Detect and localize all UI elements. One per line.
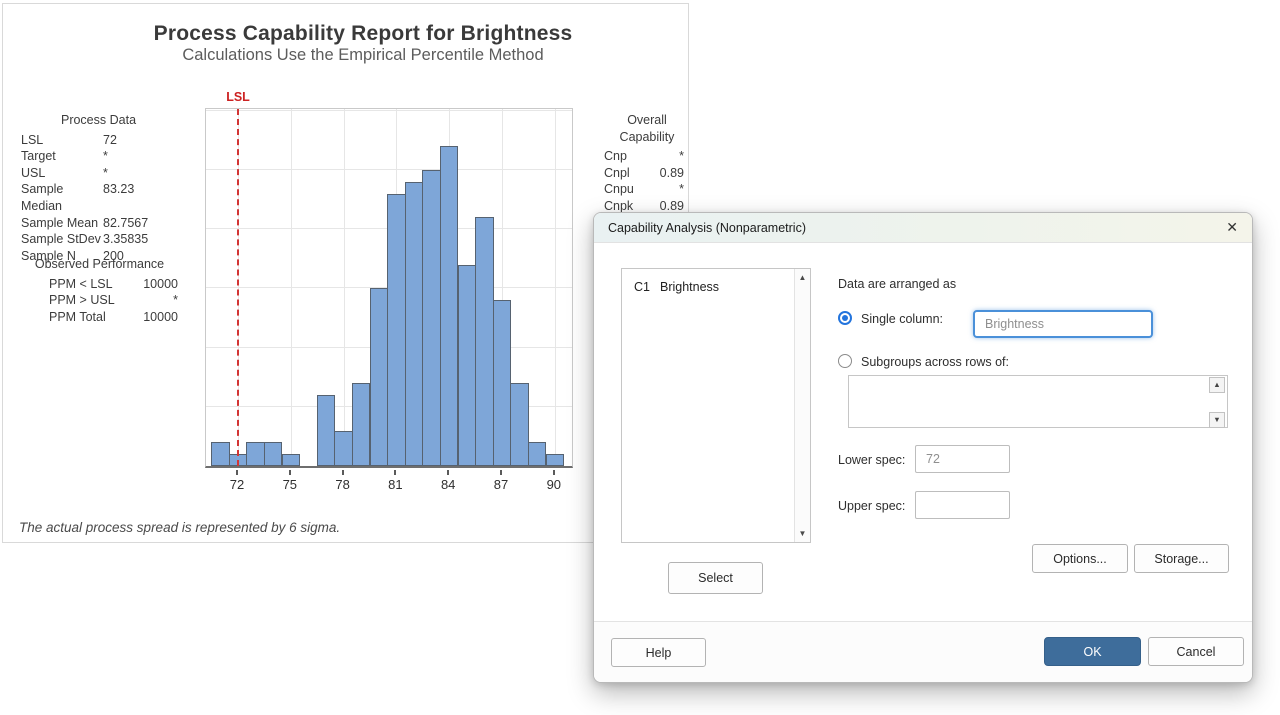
histogram-bar xyxy=(264,442,283,466)
upper-spec-label: Upper spec: xyxy=(838,499,905,513)
upper-spec-input[interactable] xyxy=(915,491,1010,519)
histogram-bar xyxy=(510,383,529,466)
scroll-down-icon[interactable]: ▼ xyxy=(1209,412,1225,428)
ok-button[interactable]: OK xyxy=(1044,637,1141,666)
x-tick-mark xyxy=(500,470,502,475)
histogram-bar xyxy=(317,395,336,466)
subgroups-radio[interactable] xyxy=(838,354,852,368)
report-subtitle: Calculations Use the Empirical Percentil… xyxy=(33,46,693,65)
options-button[interactable]: Options... xyxy=(1032,544,1128,573)
x-tick-mark xyxy=(394,470,396,475)
lsl-label: LSL xyxy=(222,90,254,104)
process-data-header: Process Data xyxy=(21,112,176,129)
table-row: PPM Total10000 xyxy=(21,309,178,326)
subgroups-input[interactable]: ▲ ▼ xyxy=(848,375,1228,428)
overall-capability-header: Overall Capability xyxy=(599,112,695,145)
histogram-bar xyxy=(352,383,371,466)
x-tick-label: 81 xyxy=(378,477,412,492)
select-button[interactable]: Select xyxy=(668,562,763,594)
table-row: PPM < LSL10000 xyxy=(21,276,178,293)
report-title: Process Capability Report for Brightness xyxy=(33,22,693,46)
x-axis: 72 75 78 81 84 87 90 xyxy=(205,470,573,496)
scroll-down-icon[interactable]: ▼ xyxy=(795,529,810,538)
storage-button[interactable]: Storage... xyxy=(1134,544,1229,573)
x-tick-label: 75 xyxy=(273,477,307,492)
scroll-up-icon[interactable]: ▲ xyxy=(1209,377,1225,393)
subgroups-scrollbar[interactable]: ▲ ▼ xyxy=(1208,377,1226,428)
x-tick-label: 84 xyxy=(431,477,465,492)
histogram-bar xyxy=(246,442,265,466)
table-row: PPM > USL* xyxy=(21,292,178,309)
histogram-bar xyxy=(334,431,353,467)
dialog-footer: Help OK Cancel xyxy=(594,621,1252,682)
table-row: LSL72 xyxy=(21,132,176,149)
lower-spec-label: Lower spec: xyxy=(838,453,905,467)
close-icon[interactable]: ✕ xyxy=(1226,219,1238,236)
radio-dot xyxy=(842,315,848,321)
observed-performance-panel: Observed Performance PPM < LSL10000 PPM … xyxy=(21,256,178,325)
x-tick-mark xyxy=(236,470,238,475)
histogram-bar xyxy=(422,170,441,466)
x-tick-mark xyxy=(289,470,291,475)
listbox-scrollbar[interactable]: ▲ ▼ xyxy=(794,269,810,542)
histogram-bar xyxy=(387,194,406,466)
process-data-panel: Process Data LSL72 Target* USL* Sample M… xyxy=(21,112,176,264)
histogram-bar xyxy=(458,265,477,466)
x-tick-label: 78 xyxy=(326,477,360,492)
single-column-label: Single column: xyxy=(861,312,943,326)
dialog-titlebar: Capability Analysis (Nonparametric) ✕ xyxy=(594,213,1252,243)
cancel-button[interactable]: Cancel xyxy=(1148,637,1244,666)
histogram-bar xyxy=(493,300,512,466)
table-row: Sample StDev3.35835 xyxy=(21,231,176,248)
x-tick-label: 72 xyxy=(220,477,254,492)
x-tick-mark xyxy=(553,470,555,475)
column-listbox[interactable]: C1Brightness ▲ ▼ xyxy=(621,268,811,543)
lsl-line xyxy=(237,109,239,466)
gridline-v xyxy=(291,109,292,466)
histogram-bar xyxy=(282,454,301,466)
histogram-bar xyxy=(528,442,547,466)
x-tick-label: 90 xyxy=(537,477,571,492)
footnote: The actual process spread is represented… xyxy=(19,520,340,535)
observed-performance-header: Observed Performance xyxy=(21,256,178,273)
scroll-up-icon[interactable]: ▲ xyxy=(795,273,810,282)
dialog-capability-analysis: Capability Analysis (Nonparametric) ✕ C1… xyxy=(593,212,1253,683)
overall-capability-panel: Overall Capability Cnp* Cnpl0.89 Cnpu* C… xyxy=(599,112,695,215)
histogram-bar xyxy=(475,217,494,466)
table-row: Cnp* xyxy=(599,148,695,165)
lower-spec-input[interactable]: 72 xyxy=(915,445,1010,473)
histogram-plot xyxy=(205,108,573,468)
gridline-h xyxy=(206,169,572,170)
histogram-bar xyxy=(440,146,459,466)
arranged-label: Data are arranged as xyxy=(838,277,956,291)
x-tick-label: 87 xyxy=(484,477,518,492)
single-column-radio[interactable] xyxy=(838,311,852,325)
histogram-bar xyxy=(546,454,565,466)
table-row: Cnpu* xyxy=(599,181,695,198)
report-panel: Process Capability Report for Brightness… xyxy=(2,3,689,543)
histogram-bar xyxy=(405,182,424,466)
dialog-title: Capability Analysis (Nonparametric) xyxy=(608,221,806,235)
column-name: Brightness xyxy=(660,280,719,294)
table-row: Sample Mean82.7567 xyxy=(21,215,176,232)
table-row: Cnpl0.89 xyxy=(599,165,695,182)
histogram-bar xyxy=(211,442,230,466)
gridline-v xyxy=(344,109,345,466)
table-row: USL* xyxy=(21,165,176,182)
column-id: C1 xyxy=(634,280,660,294)
list-item[interactable]: C1Brightness xyxy=(622,269,810,294)
gridline-v xyxy=(555,109,556,466)
gridline-h xyxy=(206,110,572,111)
histogram-bar xyxy=(370,288,389,466)
x-tick-mark xyxy=(342,470,344,475)
help-button[interactable]: Help xyxy=(611,638,706,667)
table-row: Target* xyxy=(21,148,176,165)
subgroups-label: Subgroups across rows of: xyxy=(861,355,1009,369)
x-tick-mark xyxy=(447,470,449,475)
table-row: Sample Median83.23 xyxy=(21,181,176,214)
single-column-input[interactable]: Brightness xyxy=(973,310,1153,338)
